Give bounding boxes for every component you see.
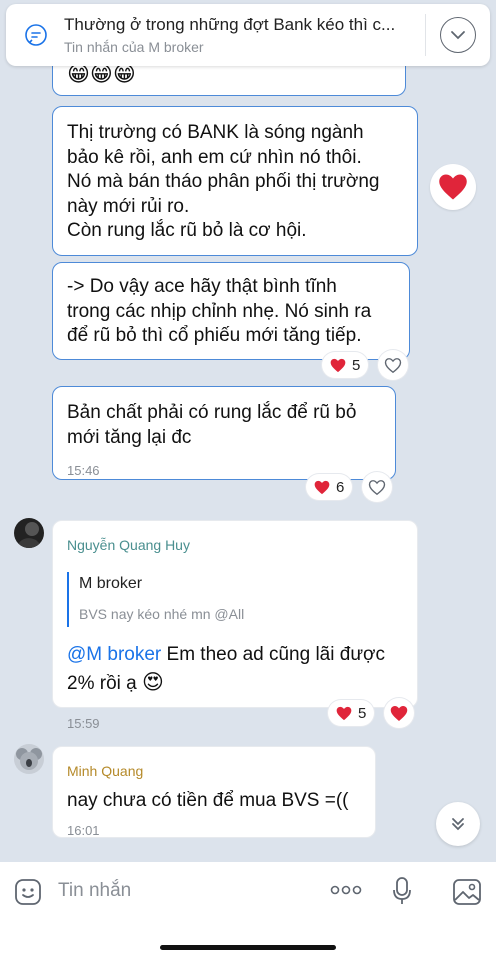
- heart-outline-icon: [384, 357, 402, 373]
- message-text: -> Do vậy ace hãy thật bình tĩnh trong c…: [67, 276, 372, 346]
- double-chevron-down-icon: [452, 818, 464, 831]
- home-indicator: [160, 945, 336, 950]
- message-bubble[interactable]: Minh Quang nay chưa có tiền để mua BVS =…: [52, 746, 376, 838]
- chat-bubble-icon: [25, 24, 47, 46]
- scroll-to-bottom-button[interactable]: [436, 802, 480, 846]
- chevron-down-icon: [451, 31, 465, 40]
- sender-name: Minh Quang: [67, 763, 144, 779]
- image-gallery-icon[interactable]: [452, 878, 482, 906]
- quoted-reply[interactable]: M broker BVS nay kéo nhé mn @All: [67, 571, 403, 627]
- reaction-count: 6: [336, 478, 345, 496]
- reaction-count: 5: [352, 356, 361, 374]
- pinned-message-banner[interactable]: Thường ở trong những đợt Bank kéo thì c.…: [6, 4, 490, 66]
- add-reaction-button[interactable]: [362, 472, 392, 502]
- message-text: Bản chất phải có rung lắc để rũ bỏ mới t…: [67, 402, 357, 448]
- reaction-count: 5: [358, 704, 367, 722]
- heart-icon: [314, 480, 330, 494]
- divider: [425, 14, 426, 56]
- add-reaction-button[interactable]: [378, 350, 408, 380]
- pinned-title: Thường ở trong những đợt Bank kéo thì c.…: [64, 15, 396, 34]
- heart-icon: [330, 358, 346, 372]
- message-time: 16:01: [67, 823, 100, 838]
- reaction-button[interactable]: [430, 164, 476, 210]
- reply-author: M broker: [79, 574, 143, 592]
- reaction-chip[interactable]: 5: [328, 700, 375, 726]
- message-bubble[interactable]: Thị trường có BANK là sóng ngành bảo kê …: [52, 106, 418, 256]
- add-reaction-button[interactable]: [384, 698, 414, 728]
- message-bubble[interactable]: -> Do vậy ace hãy thật bình tĩnh trong c…: [52, 262, 410, 360]
- heart-outline-icon: [368, 479, 386, 495]
- koala-avatar-image: [14, 744, 44, 774]
- heart-icon: [336, 706, 352, 720]
- dark-avatar-image: [14, 518, 44, 548]
- reply-text: BVS nay kéo nhé mn @All: [79, 606, 245, 622]
- message-text: @M broker Em theo ad cũng lãi được 2% rồ…: [67, 643, 385, 694]
- pinned-subtitle: Tin nhắn của M broker: [64, 39, 204, 55]
- message-bubble[interactable]: Bản chất phải có rung lắc để rũ bỏ mới t…: [52, 386, 396, 480]
- sender-name: Nguyễn Quang Huy: [67, 537, 190, 553]
- reaction-chip[interactable]: 5: [322, 352, 369, 378]
- avatar-nguyen-quang-huy[interactable]: [14, 518, 44, 548]
- message-input[interactable]: Tin nhắn: [58, 880, 131, 902]
- message-text: nay chưa có tiền để mua BVS =((: [67, 790, 349, 811]
- heart-icon: [390, 705, 408, 721]
- more-options-icon[interactable]: [330, 884, 362, 896]
- avatar-minh-quang[interactable]: [14, 744, 44, 774]
- reaction-chip[interactable]: 6: [306, 474, 353, 500]
- mention-link[interactable]: @M broker: [67, 644, 161, 665]
- emoji-sticker-icon[interactable]: [14, 878, 42, 906]
- message-time: 15:46: [67, 463, 100, 478]
- collapse-button[interactable]: [440, 17, 476, 53]
- heart-icon: [439, 174, 467, 200]
- message-text: Thị trường có BANK là sóng ngành bảo kê …: [67, 122, 380, 241]
- message-bubble[interactable]: Nguyễn Quang Huy M broker BVS nay kéo nh…: [52, 520, 418, 731]
- microphone-icon[interactable]: [392, 876, 412, 906]
- heart-eyes-emoji: 😍: [141, 670, 164, 694]
